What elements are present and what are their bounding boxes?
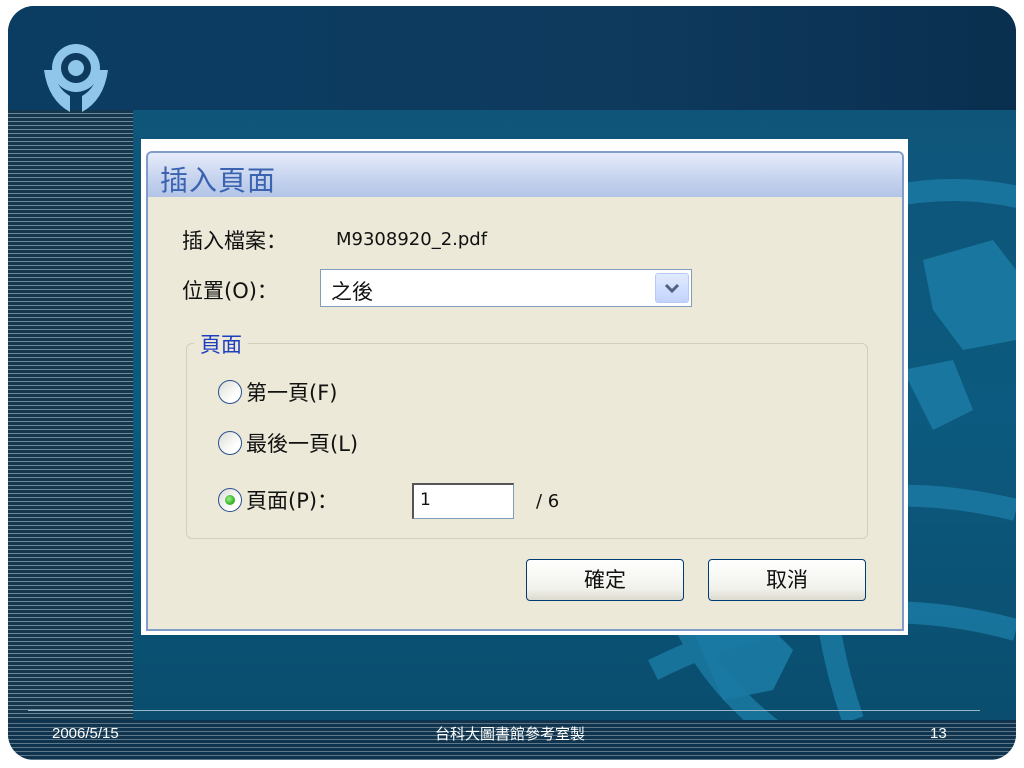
- dialog-titlebar[interactable]: 插入頁面: [148, 153, 902, 197]
- position-select[interactable]: 之後: [320, 269, 692, 307]
- position-select-value: 之後: [331, 280, 373, 304]
- page-total: / 6: [536, 491, 560, 512]
- radio-page[interactable]: [218, 488, 242, 512]
- footer-date: 2006/5/15: [52, 725, 119, 742]
- footer-divider: [28, 710, 980, 711]
- insert-page-dialog: 插入頁面 插入檔案： M9308920_2.pdf 位置(O)： 之後 頁面 第…: [146, 151, 904, 631]
- cancel-button[interactable]: 取消: [708, 559, 866, 601]
- library-logo-icon: [44, 44, 108, 112]
- page-number-input[interactable]: 1: [412, 483, 514, 519]
- radio-last-page-label[interactable]: 最後一頁(L): [246, 428, 358, 458]
- dropdown-button[interactable]: [655, 273, 689, 303]
- radio-page-label[interactable]: 頁面(P)：: [246, 485, 338, 515]
- footer-credit: 台科大圖書館參考室製: [434, 725, 585, 743]
- radio-selected-dot: [225, 495, 235, 505]
- position-label: 位置(O)：: [182, 279, 278, 303]
- ok-button[interactable]: 確定: [526, 559, 684, 601]
- file-value: M9308920_2.pdf: [336, 229, 488, 250]
- radio-last-page[interactable]: [218, 431, 242, 455]
- page-group-title: 頁面: [194, 329, 248, 359]
- file-label: 插入檔案：: [182, 229, 287, 253]
- radio-first-page[interactable]: [218, 380, 242, 404]
- footer-page-number: 13: [930, 725, 947, 742]
- dialog-title: 插入頁面: [160, 164, 277, 197]
- slide-header: [8, 6, 1016, 110]
- chevron-down-icon: [664, 283, 680, 294]
- radio-first-page-label[interactable]: 第一頁(F): [246, 377, 337, 407]
- left-stripe-panel: [8, 110, 133, 720]
